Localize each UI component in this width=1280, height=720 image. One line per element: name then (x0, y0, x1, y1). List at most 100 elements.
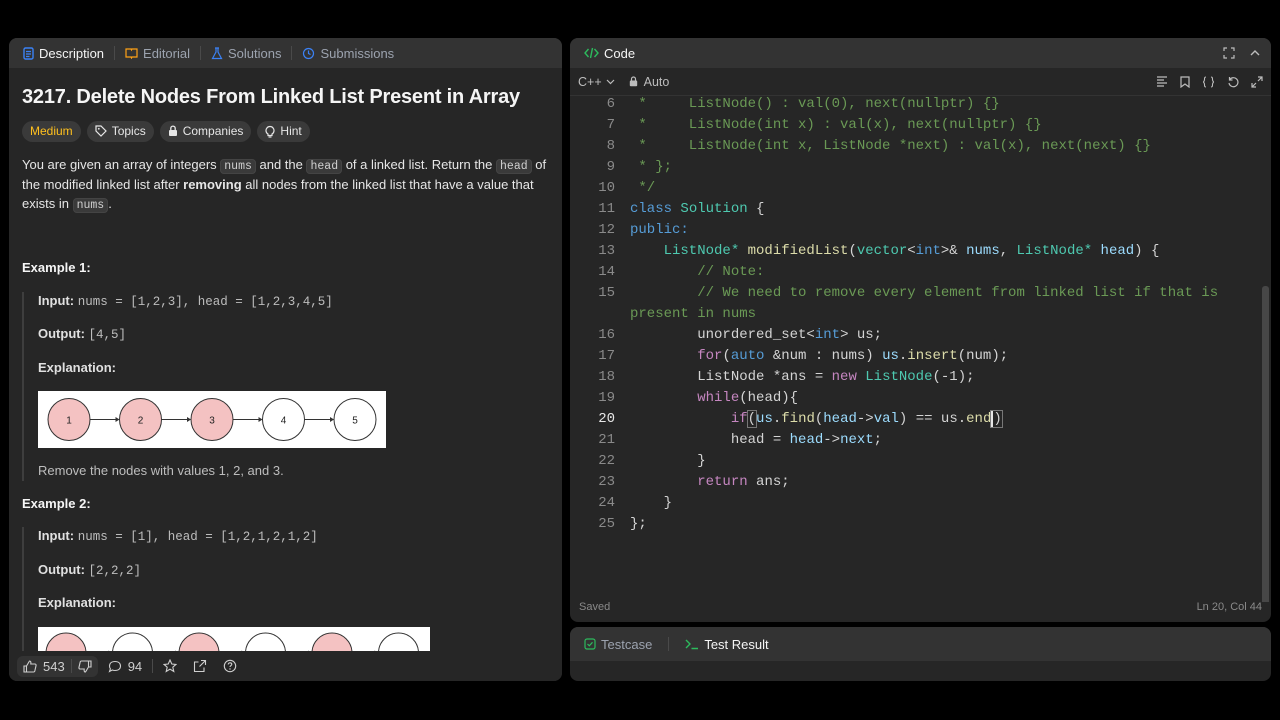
hint-badge[interactable]: Hint (257, 120, 310, 142)
reset-icon[interactable] (1227, 76, 1239, 88)
code-token: if (730, 411, 748, 427)
code-token: ) { (1134, 243, 1160, 259)
code-line: return ans; (630, 474, 789, 490)
tab-divider (114, 46, 116, 60)
downvote-button[interactable] (72, 657, 98, 676)
companies-badge[interactable]: Companies (159, 120, 252, 142)
problem-title[interactable]: 3217. Delete Nodes From Linked List Pres… (22, 87, 549, 106)
code-token: ; (873, 432, 883, 448)
code-token: unordered_set< (630, 327, 815, 343)
arrow-head (258, 417, 263, 422)
output-label: Output: (38, 561, 85, 577)
line-number: 25 (598, 516, 615, 532)
upvote-button[interactable]: 543 (17, 656, 71, 677)
tab-code[interactable]: Code (578, 46, 641, 61)
tab-submissions[interactable]: Submissions (296, 46, 400, 61)
example-1-heading: Example 1: (22, 260, 91, 275)
fullscreen-icon[interactable] (1251, 75, 1263, 88)
input-label: Input: (38, 528, 75, 543)
example-1-note: Remove the nodes with values 1, 2, and 3… (38, 463, 284, 478)
removed-node (45, 632, 87, 651)
code-toolbar: C++ Auto (570, 68, 1271, 96)
code-line: * ListNode(int x, ListNode *next) : val(… (630, 138, 1151, 154)
output-value: [4,5] (88, 328, 127, 342)
code-token: ListNode* (630, 243, 740, 259)
braces-icon[interactable] (1202, 75, 1215, 88)
topics-label: Topics (111, 123, 146, 138)
inline-code: nums (72, 197, 109, 213)
code-token: , (999, 243, 1017, 259)
code-token: new (831, 369, 857, 385)
example-1-diagram: 1 2 3 4 5 (38, 391, 386, 448)
topics-badge[interactable]: Topics (86, 120, 154, 142)
save-status: Saved (579, 601, 611, 613)
tab-divider (291, 46, 293, 60)
example-1-explanation: Explanation: (38, 359, 549, 378)
explanation-label: Explanation: (38, 595, 117, 610)
bracket-match: ( (746, 410, 758, 428)
tab-editorial[interactable]: Editorial (119, 46, 196, 61)
code-line: * }; (630, 159, 673, 175)
removed-node (178, 632, 220, 651)
tab-test-result[interactable]: Test Result (679, 637, 774, 652)
lightbulb-icon (265, 125, 275, 138)
code-token: -> (823, 432, 841, 448)
collapse-icon[interactable] (1249, 47, 1261, 59)
code-tabbar: Code (570, 38, 1271, 68)
comment-count: 94 (127, 658, 143, 674)
line-number: 15 (598, 285, 615, 301)
share-button[interactable] (187, 656, 213, 676)
tab-editorial-label: Editorial (143, 45, 190, 61)
example-2-input: Input: nums = [1], head = [1,2,1,2,1,2] (38, 527, 549, 547)
comments-button[interactable]: 94 (102, 656, 148, 677)
description-footer: 543 94 (9, 651, 562, 681)
bookmark-icon[interactable] (1180, 75, 1190, 88)
text-cursor: ) (990, 410, 1003, 428)
input-value: nums = [1,2,3], head = [1,2,3,4,5] (77, 294, 333, 309)
code-token: ) == us. (898, 411, 967, 427)
inline-code: head (496, 158, 532, 174)
comment-icon (108, 660, 122, 673)
tab-description[interactable]: Description (17, 46, 110, 61)
history-icon (302, 47, 315, 60)
code-token: &num : nums) (764, 348, 883, 364)
language-select[interactable]: C++ (578, 75, 615, 89)
language-label: C++ (578, 74, 602, 89)
test-panel: Testcase Test Result (570, 627, 1271, 681)
arrow-head (115, 417, 120, 422)
code-token: ( (848, 243, 857, 259)
code-token: >& (940, 243, 967, 259)
code-token: while (697, 390, 740, 406)
maximize-icon[interactable] (1223, 47, 1235, 59)
code-editor[interactable]: 6 7 8 9 10 11 12 13 14 15 16 17 18 19 20 21 22 23 24 25 * L… (570, 96, 1271, 602)
help-button[interactable] (217, 656, 243, 676)
code-line: * ListNode(int x) : val(x), next(nullptr… (630, 117, 1042, 133)
statement-text: . (108, 195, 112, 211)
question-icon (223, 659, 237, 673)
favorite-button[interactable] (157, 656, 183, 676)
vote-group: 543 (17, 655, 98, 677)
tab-solutions-label: Solutions (228, 45, 282, 61)
node-label: 3 (209, 416, 215, 427)
tab-solutions[interactable]: Solutions (205, 46, 287, 61)
inline-code: nums (220, 158, 256, 174)
line-number: 22 (598, 453, 615, 469)
document-icon (23, 46, 34, 60)
tab-testcase[interactable]: Testcase (578, 637, 658, 652)
autosave-indicator[interactable]: Auto (629, 75, 669, 89)
code-token: end (966, 411, 992, 427)
lock-icon (168, 125, 178, 137)
companies-label: Companies (182, 123, 244, 138)
code-token: int (915, 243, 941, 259)
code-scrollbar[interactable] (1262, 286, 1269, 602)
input-value: nums = [1], head = [1,2,1,2,1,2] (77, 530, 318, 544)
code-line: ListNode* modifiedList(vector<int>& nums… (630, 243, 1160, 259)
code-panel: Code C++ Auto 6 7 8 9 10 11 12 13 14 15 16 17 18 1 (570, 38, 1271, 622)
node-label: 5 (352, 416, 358, 427)
code-token: for (697, 348, 723, 364)
format-icon[interactable] (1156, 76, 1168, 87)
code-window-controls (1223, 47, 1261, 59)
example-2-diagram (38, 626, 430, 651)
line-number: 10 (598, 180, 615, 196)
